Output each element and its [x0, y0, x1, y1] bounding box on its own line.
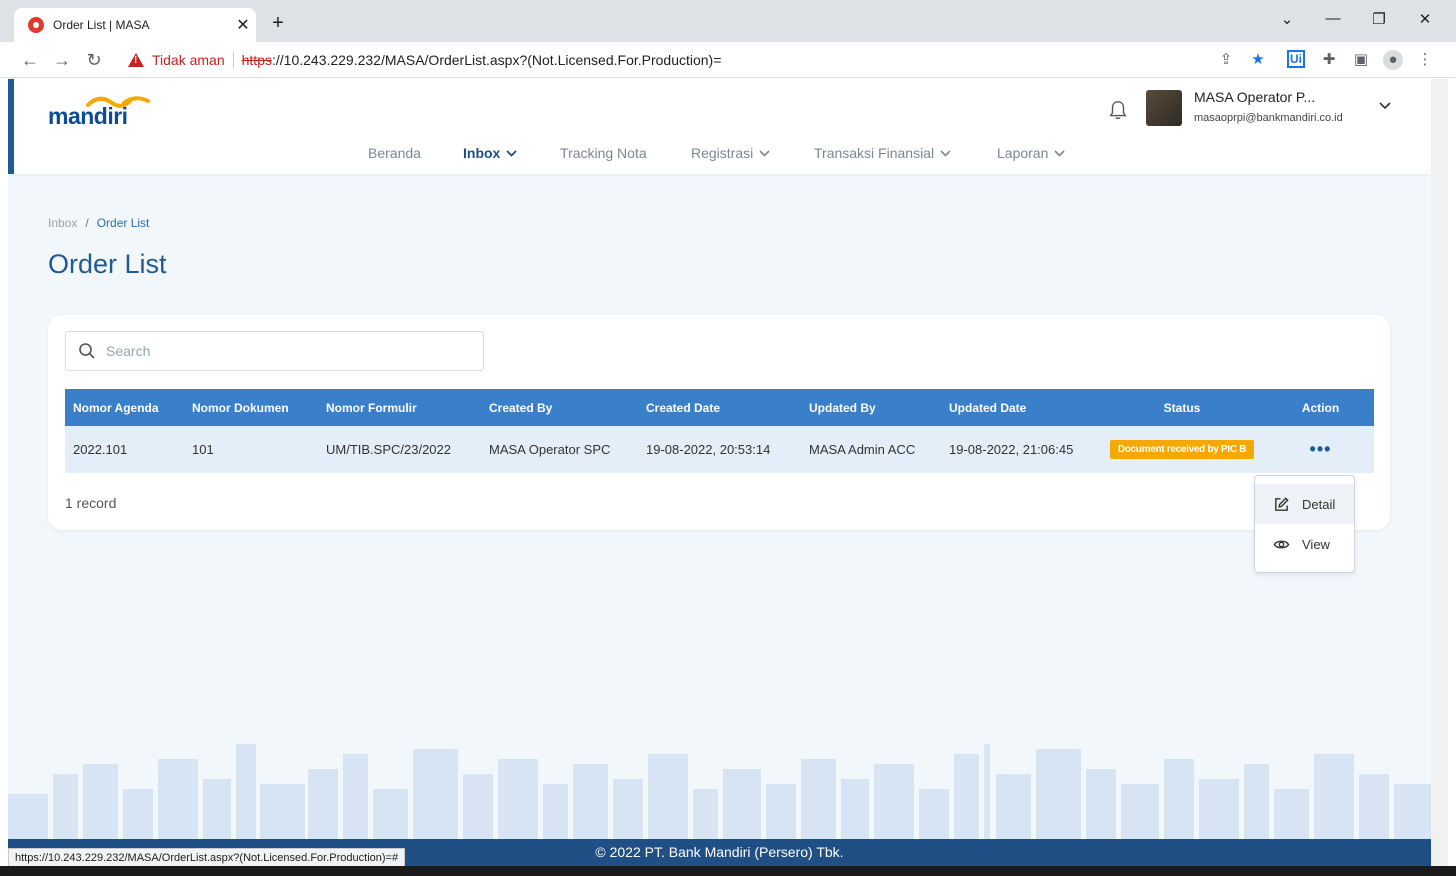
nav-item-laporan[interactable]: Laporan [997, 145, 1065, 161]
nav-item-inbox[interactable]: Inbox [463, 145, 517, 161]
minimize-icon[interactable]: — [1318, 10, 1348, 27]
user-name: MASA Operator P... [1194, 89, 1316, 105]
main-navigation: Beranda Inbox Tracking Nota Registrasi T… [14, 145, 1431, 169]
more-actions-icon[interactable]: ••• [1310, 439, 1332, 459]
menu-item-label: Detail [1302, 496, 1336, 512]
column-header-updated-by[interactable]: Updated By [801, 401, 941, 415]
menu-item-view[interactable]: View [1255, 524, 1354, 564]
nav-item-tracking-nota[interactable]: Tracking Nota [560, 145, 647, 161]
column-header-created-by[interactable]: Created By [481, 401, 638, 415]
cell-created-by: MASA Operator SPC [489, 442, 611, 457]
page-title: Order List [48, 249, 167, 279]
side-panel-icon[interactable]: ▣ [1351, 50, 1371, 70]
avatar[interactable] [1146, 90, 1182, 126]
address-bar[interactable]: Tidak aman https://10.243.229.232/MASA/O… [116, 46, 1276, 74]
table-header: Nomor Agenda Nomor Dokumen Nomor Formuli… [65, 389, 1374, 426]
nav-item-label: Tracking Nota [560, 145, 647, 161]
browser-toolbar: ← → ↻ Tidak aman https://10.243.229.232/… [0, 42, 1456, 78]
record-count: 1 record [65, 495, 117, 511]
bookmark-star-icon[interactable]: ★ [1248, 50, 1268, 70]
tab-search-chevron-icon[interactable]: ⌄ [1272, 10, 1302, 28]
column-header-updated-date[interactable]: Updated Date [941, 401, 1097, 415]
cell-nomor-formulir: UM/TIB.SPC/23/2022 [326, 442, 451, 457]
cell-created-date: 19-08-2022, 20:53:14 [646, 442, 771, 457]
nav-item-transaksi-finansial[interactable]: Transaksi Finansial [814, 145, 951, 161]
status-bar-url: https://10.243.229.232/MASA/OrderList.as… [8, 848, 406, 868]
notification-bell-icon[interactable] [1107, 99, 1129, 121]
browser-tabstrip: Order List | MASA ✕ + ⌄ — ❐ ✕ [0, 0, 1456, 42]
search-input[interactable] [106, 343, 466, 359]
order-table: Nomor Agenda Nomor Dokumen Nomor Formuli… [65, 389, 1374, 473]
search-box[interactable] [65, 331, 484, 371]
reload-icon[interactable]: ↻ [82, 48, 106, 72]
city-skyline-illustration [8, 744, 1431, 839]
table-row[interactable]: 2022.101 101 UM/TIB.SPC/23/2022 MASA Ope… [65, 426, 1374, 473]
status-badge: Document received by PIC B [1109, 440, 1255, 459]
close-window-icon[interactable]: ✕ [1410, 10, 1440, 28]
tab-title: Order List | MASA [53, 18, 150, 32]
nav-item-label: Inbox [463, 145, 501, 161]
vertical-scrollbar[interactable] [1431, 79, 1448, 866]
url-text: ://10.243.229.232/MASA/OrderList.aspx?(N… [271, 52, 722, 68]
breadcrumb-inbox[interactable]: Inbox [48, 216, 77, 230]
back-icon[interactable]: ← [18, 48, 42, 72]
eye-icon [1273, 540, 1290, 548]
site-favicon-icon [28, 17, 44, 33]
share-icon[interactable]: ⇪ [1216, 50, 1236, 70]
new-tab-icon[interactable]: + [266, 12, 290, 35]
chevron-down-icon [759, 150, 770, 157]
logo-text: mandiri [48, 103, 128, 129]
order-list-card: Nomor Agenda Nomor Dokumen Nomor Formuli… [48, 315, 1390, 530]
nav-item-registrasi[interactable]: Registrasi [691, 145, 770, 161]
insecure-label: Tidak aman [152, 52, 225, 68]
nav-item-label: Registrasi [691, 145, 754, 161]
column-header-nomor-dokumen[interactable]: Nomor Dokumen [184, 401, 318, 415]
menu-item-detail[interactable]: Detail [1255, 484, 1354, 524]
breadcrumb-order-list: Order List [96, 216, 150, 230]
chevron-down-icon [506, 150, 517, 157]
os-taskbar [0, 866, 1456, 876]
cell-updated-by: MASA Admin ACC [809, 442, 916, 457]
nav-item-label: Laporan [997, 145, 1049, 161]
column-header-status[interactable]: Status [1097, 401, 1267, 415]
breadcrumb-separator: / [85, 216, 89, 230]
cell-action: ••• [1267, 439, 1374, 460]
search-icon [79, 343, 95, 359]
row-action-menu: Detail View [1254, 475, 1355, 573]
forward-icon[interactable]: → [50, 48, 74, 72]
nav-item-label: Beranda [368, 145, 421, 161]
nav-item-label: Transaksi Finansial [814, 145, 935, 161]
column-header-nomor-agenda[interactable]: Nomor Agenda [65, 401, 184, 415]
user-email: masaoprpi@bankmandiri.co.id [1194, 112, 1343, 124]
menu-item-label: View [1302, 536, 1330, 552]
close-tab-icon[interactable]: ✕ [230, 15, 256, 35]
nav-item-beranda[interactable]: Beranda [368, 145, 421, 161]
mandiri-logo[interactable]: mandiri [48, 95, 158, 129]
browser-tab[interactable]: Order List | MASA ✕ [14, 8, 256, 42]
warning-icon [128, 53, 144, 67]
extensions-puzzle-icon[interactable]: ✚ [1319, 50, 1339, 70]
page-viewport: mandiri MASA Operator P... masaoprpi@ban… [8, 79, 1431, 866]
profile-icon[interactable]: ● [1383, 50, 1403, 70]
browser-menu-icon[interactable]: ⋮ [1415, 50, 1435, 70]
column-header-nomor-formulir[interactable]: Nomor Formulir [318, 401, 481, 415]
breadcrumb: Inbox / Order List [48, 216, 149, 230]
edit-icon [1275, 496, 1289, 511]
omnibox-divider [232, 52, 234, 68]
restore-icon[interactable]: ❐ [1364, 10, 1394, 28]
cell-status: Document received by PIC B [1097, 440, 1267, 459]
column-header-action: Action [1301, 400, 1340, 415]
cell-nomor-dokumen: 101 [192, 442, 214, 457]
chevron-down-icon [940, 150, 951, 157]
chevron-down-icon [1054, 150, 1065, 157]
app-header: mandiri MASA Operator P... masaoprpi@ban… [8, 79, 1431, 174]
url-scheme: https [241, 52, 272, 68]
uipath-extension-icon[interactable]: Ui [1287, 50, 1305, 68]
cell-nomor-agenda: 2022.101 [73, 442, 128, 457]
user-menu-chevron-down-icon[interactable] [1378, 99, 1392, 113]
cell-updated-date: 19-08-2022, 21:06:45 [949, 442, 1074, 457]
column-header-created-date[interactable]: Created Date [638, 401, 801, 415]
